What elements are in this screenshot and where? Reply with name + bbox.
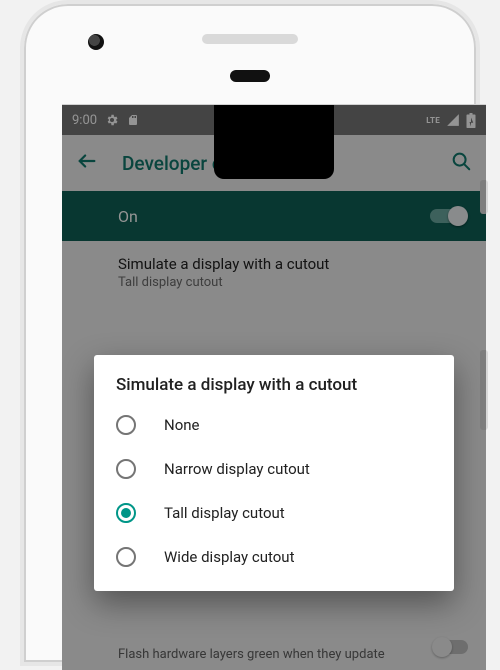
speaker-grille [202, 34, 298, 44]
option-label: Wide display cutout [164, 548, 295, 566]
option-narrow[interactable]: Narrow display cutout [94, 447, 454, 491]
phone-frame: 9:00 LTE [20, 0, 480, 666]
front-camera [88, 34, 104, 50]
dialog-title: Simulate a display with a cutout [94, 375, 454, 403]
radio-icon [116, 503, 136, 523]
radio-icon [116, 547, 136, 567]
option-label: Tall display cutout [164, 504, 285, 522]
radio-icon [116, 415, 136, 435]
cutout-dialog: Simulate a display with a cutout None Na… [94, 355, 454, 591]
proximity-sensor [230, 70, 270, 82]
option-tall[interactable]: Tall display cutout [94, 491, 454, 535]
screen: 9:00 LTE [62, 104, 486, 670]
radio-icon [116, 459, 136, 479]
option-none[interactable]: None [94, 403, 454, 447]
option-label: None [164, 416, 200, 434]
option-wide[interactable]: Wide display cutout [94, 535, 454, 579]
option-label: Narrow display cutout [164, 460, 310, 478]
